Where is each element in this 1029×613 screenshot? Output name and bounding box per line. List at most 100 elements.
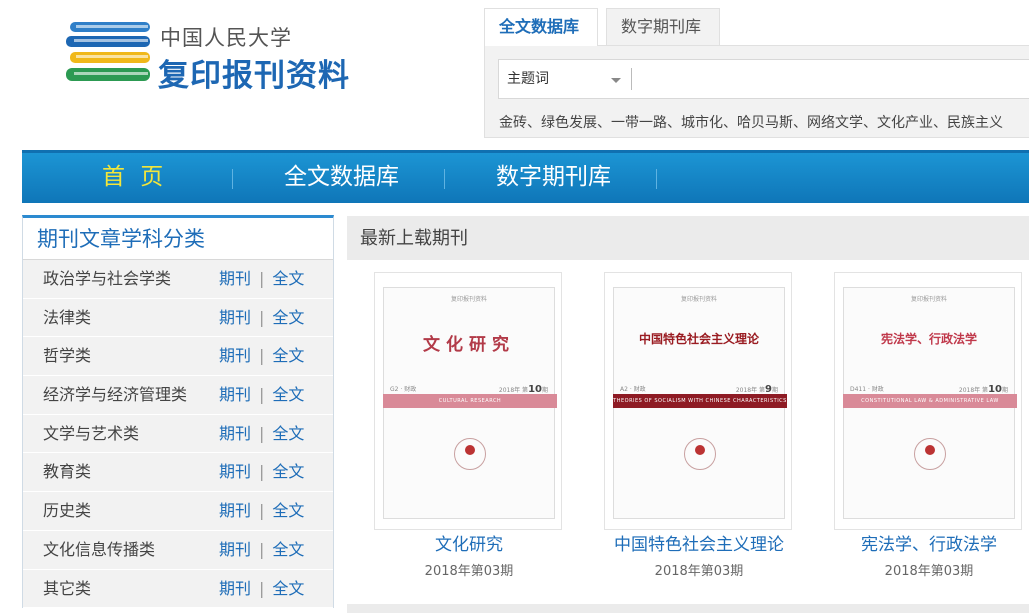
cover-meta: G2 · 财政 2018年 第10期 xyxy=(390,384,548,395)
journal-name-link[interactable]: 宪法学、行政法学 xyxy=(814,530,1029,555)
search-body: 主题词 金砖、绿色发展、一带一路、城市化、哈贝马斯、网络文学、文化产业、民族主义 xyxy=(484,45,1029,138)
category-name[interactable]: 文学与艺术类 xyxy=(43,415,139,453)
category-name[interactable]: 法律类 xyxy=(43,299,91,337)
category-fulltext-link[interactable]: 全文 xyxy=(272,346,304,365)
category-links: 期刊 | 全文 xyxy=(219,415,304,453)
category-journal-link[interactable]: 期刊 xyxy=(219,501,251,520)
category-links: 期刊 | 全文 xyxy=(219,299,304,337)
category-name[interactable]: 哲学类 xyxy=(43,337,91,375)
main-nav: 首 页 全文数据库 数字期刊库 xyxy=(22,150,1029,203)
category-fulltext-link[interactable]: 全文 xyxy=(272,501,304,520)
category-journal-link[interactable]: 期刊 xyxy=(219,579,251,598)
category-row: 政治学与社会学类 期刊 | 全文 xyxy=(23,260,333,299)
site-logo[interactable]: 中国人民大学 复印报刊资料 xyxy=(66,20,366,94)
sidebar-title: 期刊文章学科分类 xyxy=(23,218,333,260)
chevron-down-icon xyxy=(611,78,621,83)
category-journal-link[interactable]: 期刊 xyxy=(219,424,251,443)
category-name[interactable]: 文化信息传播类 xyxy=(43,531,155,569)
category-name[interactable]: 历史类 xyxy=(43,492,91,530)
cover-english-band: CULTURAL RESEARCH xyxy=(383,394,557,408)
category-links: 期刊 | 全文 xyxy=(219,570,304,608)
search-panel: 全文数据库 数字期刊库 主题词 金砖、绿色发展、一带一路、城市化、哈贝马斯、网络… xyxy=(484,8,1029,138)
nav-divider xyxy=(444,169,445,189)
journal-cover[interactable]: 复印报刊资料中国特色社会主义理论 A2 · 财政 2018年 第9期 THEORIES… xyxy=(604,272,792,530)
category-row: 历史类 期刊 | 全文 xyxy=(23,492,333,531)
category-links: 期刊 | 全文 xyxy=(219,492,304,530)
category-journal-link[interactable]: 期刊 xyxy=(219,462,251,481)
link-separator: | xyxy=(259,462,265,482)
cover-meta: D411 · 财政 2018年 第10期 xyxy=(850,384,1008,395)
nav-home[interactable]: 首 页 xyxy=(102,153,167,203)
journal-cover[interactable]: 复印报刊资料 宪法学、行政法学 D411 · 财政 2018年 第10期 CONSTIT… xyxy=(834,272,1022,530)
nav-digital-journals[interactable]: 数字期刊库 xyxy=(496,153,611,203)
cover-code: D411 · 财政 xyxy=(850,386,884,393)
category-links: 期刊 | 全文 xyxy=(219,260,304,298)
category-journal-link[interactable]: 期刊 xyxy=(219,540,251,559)
cover-title: 中国特色社会主义理论 xyxy=(638,332,759,346)
latest-journals-header: 最新上载期刊 xyxy=(347,216,1029,260)
category-row: 经济学与经济管理类 期刊 | 全文 xyxy=(23,376,333,415)
category-links: 期刊 | 全文 xyxy=(219,376,304,414)
category-row: 其它类 期刊 | 全文 xyxy=(23,570,333,609)
cover-english-band: THEORIES OF SOCIALISM WITH CHINESE CHARA… xyxy=(613,394,787,408)
cover-page: 复印报刊资料中国特色社会主义理论 A2 · 财政 2018年 第9期 THEORIES… xyxy=(613,287,787,519)
category-name[interactable]: 经济学与经济管理类 xyxy=(43,376,187,414)
category-name[interactable]: 政治学与社会学类 xyxy=(43,260,171,298)
category-fulltext-link[interactable]: 全文 xyxy=(272,269,304,288)
journal-name-link[interactable]: 文化研究 xyxy=(354,530,584,555)
cover-series-name: 复印报刊资料 xyxy=(450,296,487,303)
search-input[interactable] xyxy=(631,68,1029,90)
search-field-select[interactable]: 主题词 xyxy=(499,60,631,98)
category-fulltext-link[interactable]: 全文 xyxy=(272,579,304,598)
category-fulltext-link[interactable]: 全文 xyxy=(272,540,304,559)
category-fulltext-link[interactable]: 全文 xyxy=(272,308,304,327)
search-field-value: 主题词 xyxy=(507,71,549,87)
cover-english-band: CONSTITUTIONAL LAW & ADMINISTRATIVE LAW xyxy=(843,394,1017,408)
cover-series-name: 复印报刊资料 xyxy=(910,296,947,303)
nav-divider xyxy=(232,169,233,189)
category-row: 法律类 期刊 | 全文 xyxy=(23,299,333,338)
cover-meta: A2 · 财政 2018年 第9期 xyxy=(620,384,778,395)
category-name[interactable]: 其它类 xyxy=(43,570,91,608)
cover-series-name: 复印报刊资料 xyxy=(680,296,717,303)
university-seal-icon xyxy=(454,438,486,470)
link-separator: | xyxy=(259,423,265,443)
link-separator: | xyxy=(259,346,265,366)
search-box: 主题词 xyxy=(498,59,1029,99)
journal-issue: 2018年第03期 xyxy=(424,564,514,579)
link-separator: | xyxy=(259,501,265,521)
journal-name-link[interactable]: 中国特色社会主义理论 xyxy=(584,530,814,555)
category-list: 政治学与社会学类 期刊 | 全文 法律类 期刊 | 全文 哲学类 期刊 | 全文 经济学与经济管理类 期刊… xyxy=(23,260,333,609)
link-separator: | xyxy=(259,578,265,598)
tab-fulltext-database[interactable]: 全文数据库 xyxy=(484,8,598,46)
link-separator: | xyxy=(259,307,265,327)
section-divider xyxy=(347,604,1029,613)
logo-site-name: 复印报刊资料 xyxy=(158,58,350,94)
logo-university-name: 中国人民大学 xyxy=(160,26,292,50)
category-journal-link[interactable]: 期刊 xyxy=(219,346,251,365)
cover-page: 复印报刊资料 文化研究 G2 · 财政 2018年 第10期 CULTURAL RESE… xyxy=(383,287,557,519)
books-logo-icon xyxy=(66,22,150,81)
tab-digital-journals[interactable]: 数字期刊库 xyxy=(606,8,720,46)
category-journal-link[interactable]: 期刊 xyxy=(219,269,251,288)
hot-keywords[interactable]: 金砖、绿色发展、一带一路、城市化、哈贝马斯、网络文学、文化产业、民族主义 xyxy=(499,112,1003,132)
link-separator: | xyxy=(259,269,265,288)
category-name[interactable]: 教育类 xyxy=(43,453,91,491)
category-journal-link[interactable]: 期刊 xyxy=(219,385,251,404)
category-row: 哲学类 期刊 | 全文 xyxy=(23,337,333,377)
category-journal-link[interactable]: 期刊 xyxy=(219,308,251,327)
category-links: 期刊 | 全文 xyxy=(219,337,304,375)
category-links: 期刊 | 全文 xyxy=(219,531,304,569)
nav-divider xyxy=(656,169,657,189)
category-fulltext-link[interactable]: 全文 xyxy=(272,462,304,481)
journal-issue: 2018年第03期 xyxy=(884,564,974,579)
category-row: 文化信息传播类 期刊 | 全文 xyxy=(23,531,333,570)
cover-code: A2 · 财政 xyxy=(620,386,646,393)
journal-issue: 2018年第03期 xyxy=(654,564,744,579)
nav-fulltext-database[interactable]: 全文数据库 xyxy=(284,153,399,203)
journal-cover[interactable]: 复印报刊资料 文化研究 G2 · 财政 2018年 第10期 CULTURAL RESE… xyxy=(374,272,562,530)
category-fulltext-link[interactable]: 全文 xyxy=(272,424,304,443)
category-fulltext-link[interactable]: 全文 xyxy=(272,385,304,404)
category-row: 文学与艺术类 期刊 | 全文 xyxy=(23,415,333,454)
subject-category-sidebar: 期刊文章学科分类 政治学与社会学类 期刊 | 全文 法律类 期刊 | 全文 哲学类 期刊 | 全文 经济… xyxy=(22,215,334,609)
